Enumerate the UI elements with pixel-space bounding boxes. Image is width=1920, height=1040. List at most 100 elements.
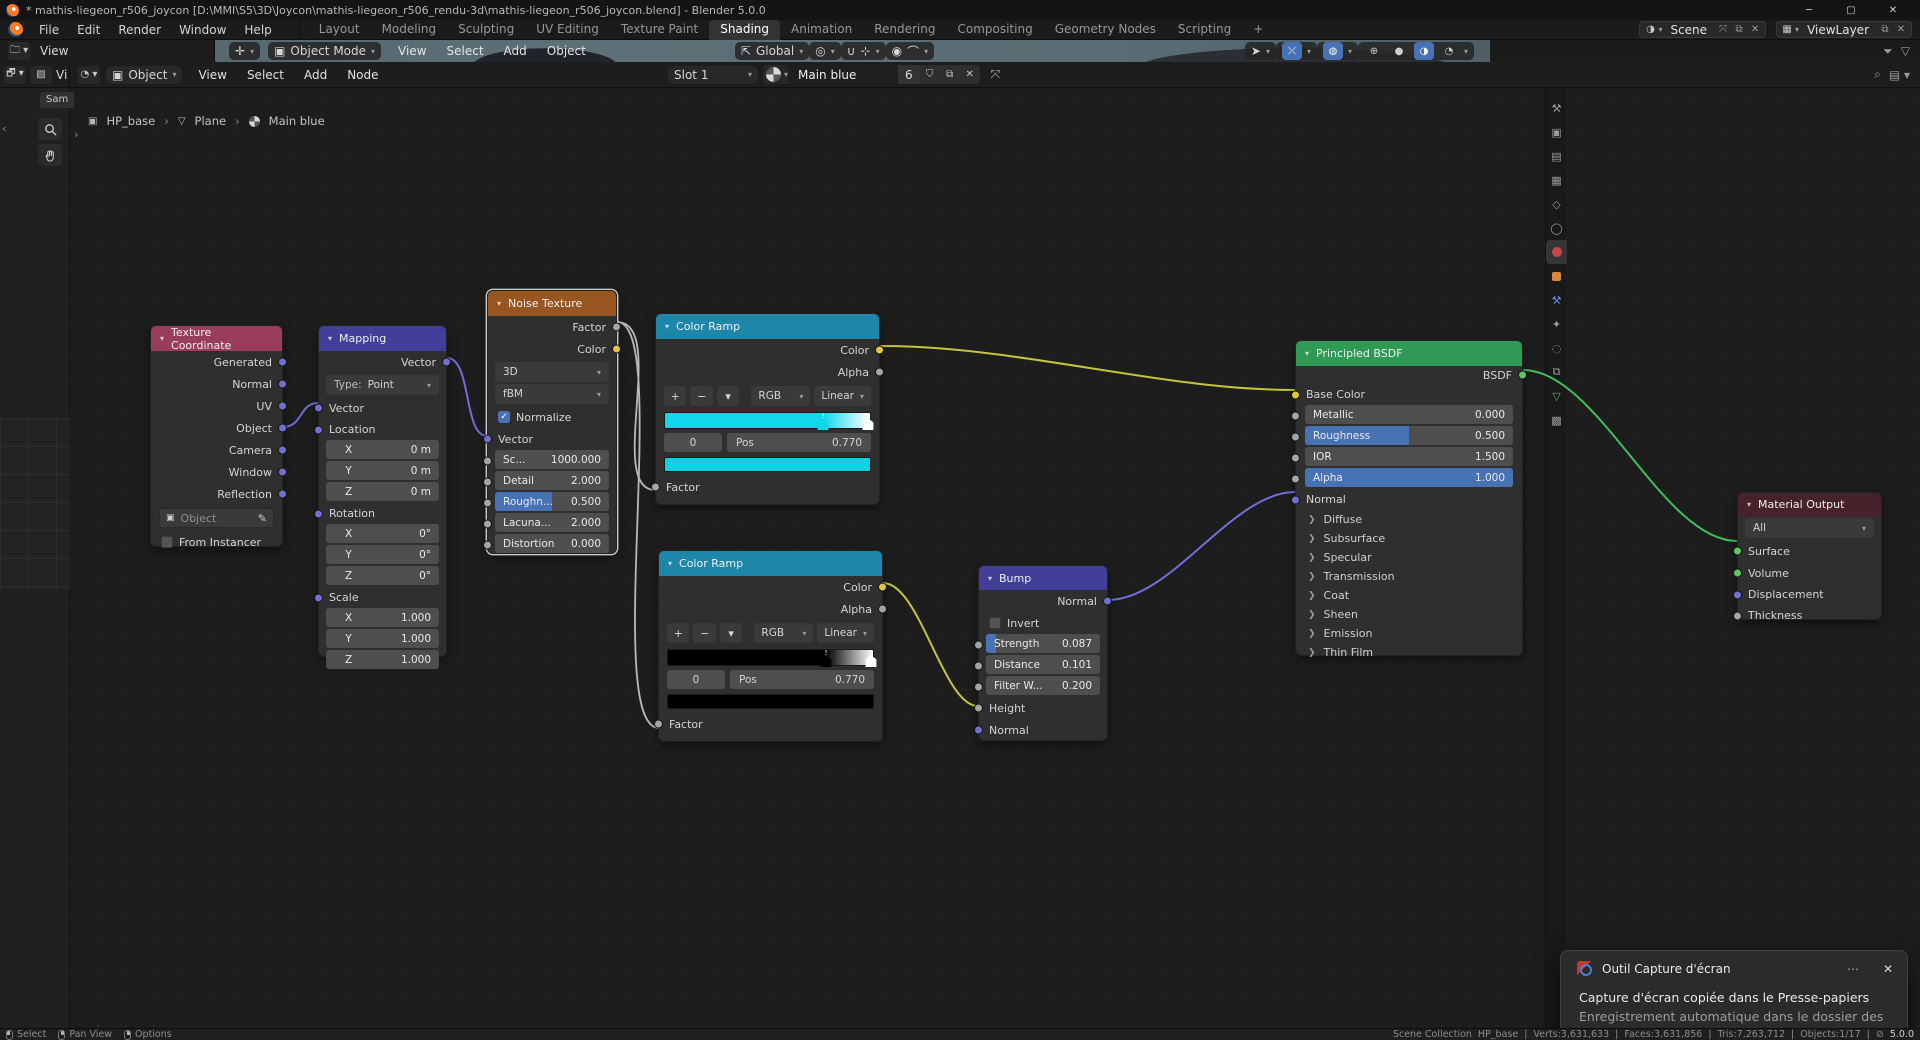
wireframe-shading-icon[interactable]: ⊕ bbox=[1364, 42, 1384, 60]
tab-animation[interactable]: Animation bbox=[780, 20, 863, 40]
noise-type-dropdown[interactable]: fBM▾ bbox=[495, 384, 609, 404]
file-browser-view-menu[interactable]: View bbox=[40, 44, 68, 58]
node-color-ramp-2[interactable]: ▾Color Ramp Color Alpha + − ▾ RGB▾ Linea… bbox=[658, 550, 883, 742]
input-socket-height[interactable] bbox=[974, 704, 983, 713]
outliner-funnel-icon[interactable]: ▽ bbox=[1901, 44, 1910, 58]
eyedropper-icon[interactable]: ✎ bbox=[258, 512, 267, 525]
node-header[interactable]: ▾Color Ramp bbox=[659, 551, 882, 576]
orientation-dropdown[interactable]: ⇱ Global▾ bbox=[735, 42, 809, 60]
node-editor[interactable]: Sam ‹ › ⚒ ▣ ▤ ▦ ◇ ◯ ⚒ ✦ ◌ ⧉ ▽ bbox=[0, 88, 1920, 1028]
shader-type-dropdown[interactable]: ▣ Object▾ bbox=[106, 66, 182, 84]
input-socket-scale[interactable] bbox=[483, 456, 492, 465]
distortion-field[interactable]: Distortion0.000 bbox=[495, 534, 609, 553]
gradient-stop-end[interactable] bbox=[862, 418, 873, 430]
input-socket-factor[interactable] bbox=[651, 483, 660, 492]
viewlayer-name[interactable]: ViewLayer bbox=[1799, 23, 1877, 37]
add-workspace-button[interactable]: + bbox=[1242, 20, 1274, 40]
output-socket-generated[interactable] bbox=[278, 358, 287, 367]
tab-scene-icon[interactable]: ◇ bbox=[1546, 192, 1567, 216]
tab-render-icon[interactable]: ▣ bbox=[1546, 120, 1567, 144]
dimensions-dropdown[interactable]: 3D▾ bbox=[495, 362, 609, 382]
output-socket-alpha[interactable] bbox=[875, 368, 884, 377]
delete-scene-icon[interactable]: ✕ bbox=[1747, 24, 1763, 35]
menu-help[interactable]: Help bbox=[235, 23, 280, 37]
maximize-button[interactable]: ▢ bbox=[1830, 0, 1872, 20]
section-coat[interactable]: ❯Coat bbox=[1296, 586, 1522, 605]
left-panel-expand-icon[interactable]: ‹ bbox=[2, 122, 6, 135]
viewlayer-selector[interactable]: ▦▾ ViewLayer ⧉ ✕ bbox=[1776, 21, 1912, 38]
gradient-bar[interactable] bbox=[664, 412, 871, 429]
output-socket-window[interactable] bbox=[278, 468, 287, 477]
input-socket-roughness[interactable] bbox=[1291, 432, 1300, 441]
input-socket-vector[interactable] bbox=[314, 404, 323, 413]
scene-name[interactable]: Scene bbox=[1662, 23, 1715, 37]
node-header[interactable]: ▾Texture Coordinate bbox=[151, 326, 282, 351]
input-socket-surface[interactable] bbox=[1733, 547, 1742, 556]
node-mapping[interactable]: ▾Mapping Vector Type: Point▾ Vector Loca… bbox=[318, 325, 447, 657]
editor-type-button[interactable]: ✛▾ bbox=[229, 42, 260, 60]
menu-render[interactable]: Render bbox=[109, 23, 170, 37]
overlays-icon[interactable]: ⤫ bbox=[1282, 42, 1302, 60]
scale-field[interactable]: Sc...1000.000 bbox=[495, 450, 609, 469]
remove-stop-button[interactable]: − bbox=[693, 623, 715, 643]
output-socket-factor[interactable] bbox=[612, 323, 621, 332]
tab-rendering[interactable]: Rendering bbox=[863, 20, 946, 40]
output-socket-alpha[interactable] bbox=[878, 605, 887, 614]
stop-position-field[interactable]: Pos0.770 bbox=[727, 433, 871, 452]
tab-modifiers-icon[interactable]: ⚒ bbox=[1546, 288, 1567, 312]
node-material-output[interactable]: ▾Material Output All▾ Surface Volume Dis… bbox=[1737, 492, 1882, 620]
material-name-field[interactable]: Main blue bbox=[788, 65, 898, 84]
scene-selector[interactable]: ◑▾ Scene ⤧ ⧉ ✕ bbox=[1639, 21, 1766, 38]
detail-field[interactable]: Detail2.000 bbox=[495, 471, 609, 490]
material-sphere-icon[interactable] bbox=[766, 67, 781, 82]
gizmo-dropdown[interactable]: ➤▾ bbox=[1245, 42, 1276, 60]
input-socket-distortion[interactable] bbox=[483, 540, 492, 549]
normalize-toggle[interactable]: ✓ Normalize bbox=[488, 406, 616, 428]
fake-user-shield-icon[interactable]: ⛉ bbox=[920, 65, 940, 84]
output-socket-bsdf[interactable] bbox=[1518, 371, 1527, 380]
checkbox-off[interactable] bbox=[989, 617, 1001, 629]
copy-viewlayer-icon[interactable]: ⧉ bbox=[1877, 24, 1893, 35]
location-y-field[interactable]: Y0 m bbox=[326, 461, 439, 480]
tab-layout[interactable]: Layout bbox=[308, 20, 371, 40]
scale-y-field[interactable]: Y1.000 bbox=[326, 629, 439, 648]
zoom-tool-button[interactable] bbox=[38, 118, 62, 140]
output-socket-reflection[interactable] bbox=[278, 490, 287, 499]
tab-texture-paint[interactable]: Texture Paint bbox=[610, 20, 709, 40]
material-users-count[interactable]: 6 bbox=[898, 65, 920, 84]
section-emission[interactable]: ❯Emission bbox=[1296, 624, 1522, 643]
tab-viewlayer-icon[interactable]: ▦ bbox=[1546, 168, 1567, 192]
tab-modeling[interactable]: Modeling bbox=[371, 20, 448, 40]
output-socket-uv[interactable] bbox=[278, 402, 287, 411]
image-editor-type-icon[interactable]: 🗗 ▾ bbox=[4, 66, 26, 84]
output-socket-normal[interactable] bbox=[278, 380, 287, 389]
input-socket-base-color[interactable] bbox=[1291, 390, 1300, 399]
tab-sculpting[interactable]: Sculpting bbox=[447, 20, 525, 40]
shader-menu-view[interactable]: View bbox=[188, 68, 236, 82]
output-socket-vector[interactable] bbox=[442, 358, 451, 367]
section-diffuse[interactable]: ❯Diffuse bbox=[1296, 510, 1522, 529]
input-socket-normal[interactable] bbox=[1291, 495, 1300, 504]
overlays-group[interactable]: ⤫▾ bbox=[1276, 42, 1317, 60]
image-icon[interactable]: ▨ bbox=[30, 66, 52, 84]
copy-material-icon[interactable]: ⧉ bbox=[940, 65, 960, 84]
gradient-stop-selected[interactable] bbox=[820, 655, 831, 667]
node-header[interactable]: ▾Color Ramp bbox=[656, 314, 879, 339]
add-stop-button[interactable]: + bbox=[667, 623, 689, 643]
interpolation-dropdown[interactable]: Linear▾ bbox=[814, 386, 871, 406]
output-socket-color[interactable] bbox=[612, 345, 621, 354]
viewport-menu-view[interactable]: View bbox=[389, 44, 435, 58]
menu-file[interactable]: File bbox=[30, 23, 68, 37]
tab-scripting[interactable]: Scripting bbox=[1167, 20, 1242, 40]
pan-tool-button[interactable] bbox=[38, 144, 62, 166]
breadcrumb-object[interactable]: HP_base bbox=[106, 114, 155, 128]
proportional-group[interactable]: ◉⌒▾ bbox=[886, 42, 935, 60]
sample-tab[interactable]: Sam bbox=[40, 92, 74, 108]
checkbox-off[interactable] bbox=[161, 536, 173, 548]
node-header[interactable]: ▾Principled BSDF bbox=[1296, 341, 1522, 366]
tab-object-icon[interactable] bbox=[1546, 264, 1567, 288]
output-socket-normal[interactable] bbox=[1103, 597, 1112, 606]
node-toolbar-expand-icon[interactable]: › bbox=[74, 128, 78, 141]
viewport-menu-select[interactable]: Select bbox=[438, 44, 493, 58]
input-socket-displacement[interactable] bbox=[1733, 590, 1742, 599]
